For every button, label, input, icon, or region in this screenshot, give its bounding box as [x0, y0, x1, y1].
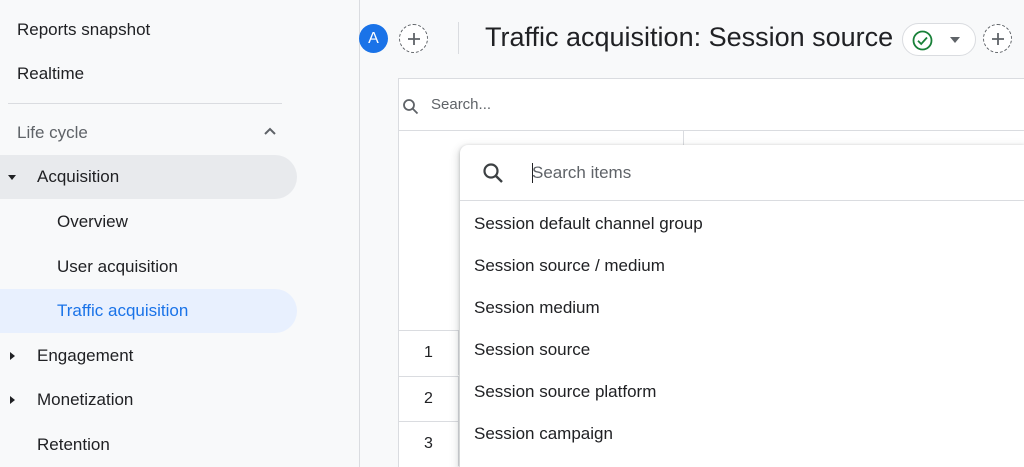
dropdown-option[interactable]: Session source platform [460, 371, 1024, 413]
nav-item-overview[interactable]: Overview [0, 200, 297, 244]
dropdown-option[interactable]: Session source [460, 329, 1024, 371]
page-title: Traffic acquisition: Session source [485, 22, 894, 52]
table-row-number: 1 [399, 330, 459, 375]
dropdown-option[interactable]: Session medium [460, 287, 1024, 329]
table-row-number: 3 [399, 421, 459, 466]
sidebar-divider [8, 103, 282, 104]
nav-retention-label: Retention [37, 435, 110, 454]
avatar[interactable]: A [359, 24, 388, 53]
plus-icon [991, 32, 1004, 45]
nav-lifecycle-header[interactable]: Life cycle [0, 110, 297, 155]
caret-right-icon [10, 352, 15, 360]
nav-item-retention[interactable]: Retention [0, 423, 297, 467]
caret-down-icon [950, 37, 960, 43]
search-icon [403, 99, 419, 115]
nav-overview-label: Overview [57, 212, 128, 231]
nav-group-engagement[interactable]: Engagement [0, 334, 297, 378]
nav-realtime-label: Realtime [17, 64, 85, 83]
table-search-input[interactable]: Search... [431, 96, 491, 113]
nav-group-acquisition[interactable]: Acquisition [0, 155, 297, 199]
caret-right-icon [10, 396, 15, 404]
check-circle-icon [912, 30, 933, 51]
nav-user-acquisition-label: User acquisition [57, 257, 178, 276]
dropdown-search-bar[interactable]: Search items [460, 145, 1024, 201]
nav-group-monetization[interactable]: Monetization [0, 378, 297, 422]
table-row-number: 2 [399, 376, 459, 421]
avatar-letter: A [368, 29, 379, 47]
nav-reports-snapshot[interactable]: Reports snapshot [17, 8, 150, 52]
nav-realtime[interactable]: Realtime [17, 52, 84, 96]
nav-engagement-label: Engagement [37, 346, 134, 365]
dropdown-option[interactable]: Session default channel group [460, 203, 1024, 245]
plus-icon [407, 32, 420, 45]
nav-lifecycle-label: Life cycle [17, 122, 88, 142]
nav-traffic-acquisition-label: Traffic acquisition [57, 301, 189, 320]
nav-acquisition-label: Acquisition [37, 167, 120, 186]
chevron-up-icon [264, 127, 276, 135]
nav-item-traffic-acquisition[interactable]: Traffic acquisition [0, 289, 297, 333]
nav-item-user-acquisition[interactable]: User acquisition [0, 245, 297, 289]
table-search-bar[interactable]: Search... [399, 79, 1024, 131]
dimension-picker-dropdown: Search items Session default channel gro… [460, 145, 1024, 467]
add-report-button[interactable] [983, 24, 1012, 53]
dropdown-option[interactable]: Session source / medium [460, 245, 1024, 287]
dropdown-search-input[interactable]: Search items [532, 163, 631, 183]
search-icon [483, 163, 503, 183]
dropdown-option[interactable]: Session campaign [460, 413, 1024, 455]
nav-reports-snapshot-label: Reports snapshot [17, 20, 151, 39]
sidebar: Reports snapshot Realtime Life cycle Acq… [0, 0, 360, 467]
status-dropdown[interactable] [902, 23, 976, 56]
caret-down-icon [8, 175, 16, 180]
add-comparison-button[interactable] [399, 24, 428, 53]
nav-monetization-label: Monetization [37, 390, 134, 409]
header-separator [458, 22, 459, 54]
